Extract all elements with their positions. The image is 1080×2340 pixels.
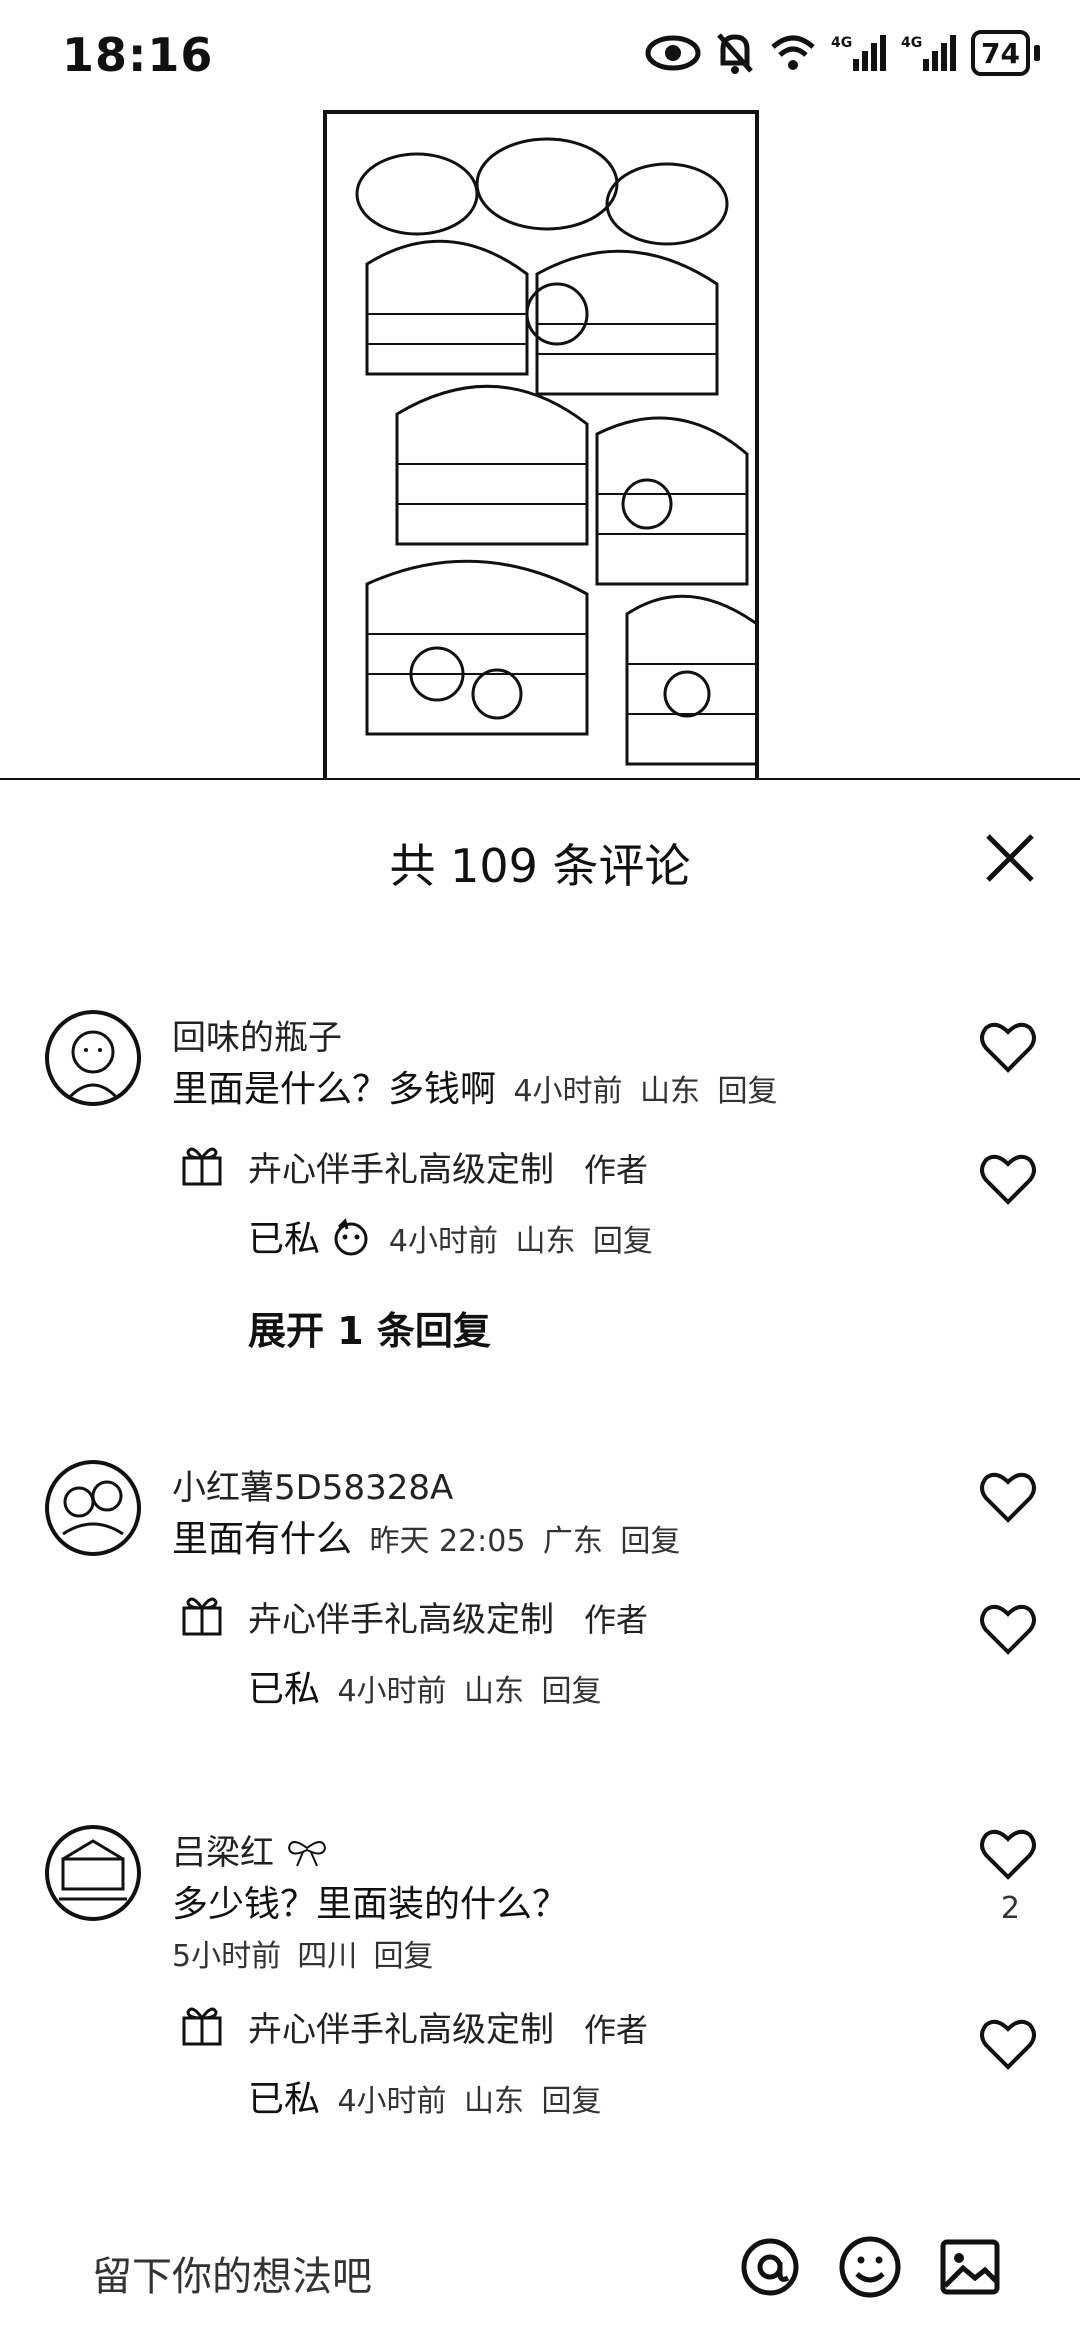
- reply-body[interactable]: 已私 4小时前 山东 回复: [248, 1210, 653, 1262]
- reply-location: 山东: [464, 2084, 525, 2119]
- status-icons: 4G 4G 74: [645, 30, 1040, 76]
- reply-location: 山东: [464, 1674, 525, 1709]
- reply-username[interactable]: 卉心伴手礼高级定制 作者: [248, 1142, 648, 1191]
- comment-input[interactable]: 留下你的想法吧: [92, 2244, 372, 2302]
- comment-text: 里面是什么？多钱啊: [172, 1069, 497, 1110]
- comment-body[interactable]: 里面有什么 昨天 22:05 广东 回复: [172, 1510, 680, 1562]
- gift-icon: [182, 2007, 222, 2046]
- post-thumbnail[interactable]: [323, 110, 759, 780]
- battery-level: 74: [981, 36, 1020, 70]
- comment-time: 5小时前: [172, 1939, 282, 1974]
- reply-link[interactable]: 回复: [541, 2084, 601, 2119]
- comment-text[interactable]: 多少钱？里面装的什么？: [172, 1875, 568, 1927]
- reply-link[interactable]: 回复: [373, 1939, 433, 1974]
- reply-text: 已私: [248, 1669, 321, 1710]
- heart-icon[interactable]: [978, 1468, 1038, 1524]
- comments-sheet: 共 109 条评论 回味的瓶子 里面是什么？多钱啊 4小时前 山东 回复 卉心伴…: [0, 780, 1080, 2340]
- reply-time: 4小时前: [388, 1224, 499, 1259]
- author-tag: 作者: [584, 2011, 649, 2049]
- gift-icon: [182, 1597, 222, 1636]
- image-icon[interactable]: [935, 2232, 1005, 2302]
- avatar[interactable]: [45, 1825, 141, 1921]
- comment-username[interactable]: 回味的瓶子: [172, 1010, 342, 1059]
- reply-user-label: 卉心伴手礼高级定制: [248, 1600, 554, 1640]
- status-bar: 18:16 4G 4G 74: [0, 0, 1080, 110]
- reply-text: 已私: [248, 2079, 321, 2120]
- comment-username-label: 吕梁红: [172, 1833, 274, 1873]
- avatar[interactable]: [45, 1460, 141, 1556]
- reply-user-label: 卉心伴手礼高级定制: [248, 2010, 554, 2050]
- svg-text:4G: 4G: [901, 35, 922, 51]
- comments-count-title: 共 109 条评论: [389, 839, 691, 893]
- signal-4g-icon: 4G: [901, 35, 957, 71]
- comment-location: 广东: [542, 1524, 603, 1559]
- author-tag: 作者: [584, 1151, 649, 1189]
- reply-body[interactable]: 已私 4小时前 山东 回复: [248, 2070, 601, 2122]
- bow-icon: [287, 1841, 326, 1867]
- emoji-icon[interactable]: [835, 2232, 905, 2302]
- at-icon[interactable]: [735, 2232, 805, 2302]
- reply-location: 山东: [515, 1224, 576, 1259]
- avatar[interactable]: [45, 1010, 141, 1106]
- eye-icon: [645, 35, 701, 71]
- comment-meta: 5小时前 四川 回复: [172, 1931, 433, 1975]
- comment-username[interactable]: 吕梁红: [172, 1825, 329, 1874]
- reply-body[interactable]: 已私 4小时前 山东 回复: [248, 1660, 601, 1712]
- reply-username[interactable]: 卉心伴手礼高级定制 作者: [248, 2002, 648, 2051]
- reply-link[interactable]: 回复: [620, 1524, 680, 1559]
- reply-user-label: 卉心伴手礼高级定制: [248, 1150, 554, 1190]
- heart-icon[interactable]: [978, 2015, 1038, 2071]
- gift-baskets-image: [327, 114, 755, 780]
- svg-text:4G: 4G: [831, 35, 852, 51]
- reply-link[interactable]: 回复: [717, 1074, 777, 1109]
- wifi-icon: [771, 35, 815, 70]
- heart-icon[interactable]: [978, 1600, 1038, 1656]
- reply-username[interactable]: 卉心伴手礼高级定制 作者: [248, 1592, 648, 1641]
- comment-time: 昨天 22:05: [369, 1524, 526, 1559]
- comment-location: 山东: [640, 1074, 701, 1109]
- comment-input-bar[interactable]: 留下你的想法吧: [0, 2220, 1080, 2340]
- comment-location: 四川: [297, 1939, 358, 1974]
- post-media[interactable]: [0, 110, 1080, 782]
- gift-icon: [182, 1147, 222, 1186]
- close-icon[interactable]: [980, 828, 1040, 888]
- heart-icon[interactable]: [978, 1825, 1038, 1881]
- comment-text: 里面有什么: [172, 1519, 353, 1560]
- bell-off-icon: [717, 33, 753, 74]
- heart-icon[interactable]: [978, 1018, 1038, 1074]
- reply-text: 已私: [248, 1219, 321, 1260]
- reply-time: 4小时前: [337, 1674, 447, 1709]
- reply-link[interactable]: 回复: [593, 1224, 653, 1259]
- comment-time: 4小时前: [513, 1074, 623, 1109]
- comment-username[interactable]: 小红薯5D58328A: [172, 1460, 453, 1509]
- heart-icon[interactable]: [978, 1150, 1038, 1206]
- battery-icon: 74: [971, 30, 1040, 76]
- expand-replies-button[interactable]: 展开 1 条回复: [248, 1300, 491, 1355]
- status-time: 18:16: [62, 28, 214, 82]
- reply-time: 4小时前: [337, 2084, 447, 2119]
- emoji-sticker-icon: [334, 1218, 368, 1256]
- comment-body[interactable]: 里面是什么？多钱啊 4小时前 山东 回复: [172, 1060, 777, 1112]
- reply-link[interactable]: 回复: [541, 1674, 601, 1709]
- signal-4g-icon: 4G: [831, 35, 887, 71]
- author-tag: 作者: [584, 1601, 649, 1639]
- like-count: 2: [1000, 1891, 1020, 1926]
